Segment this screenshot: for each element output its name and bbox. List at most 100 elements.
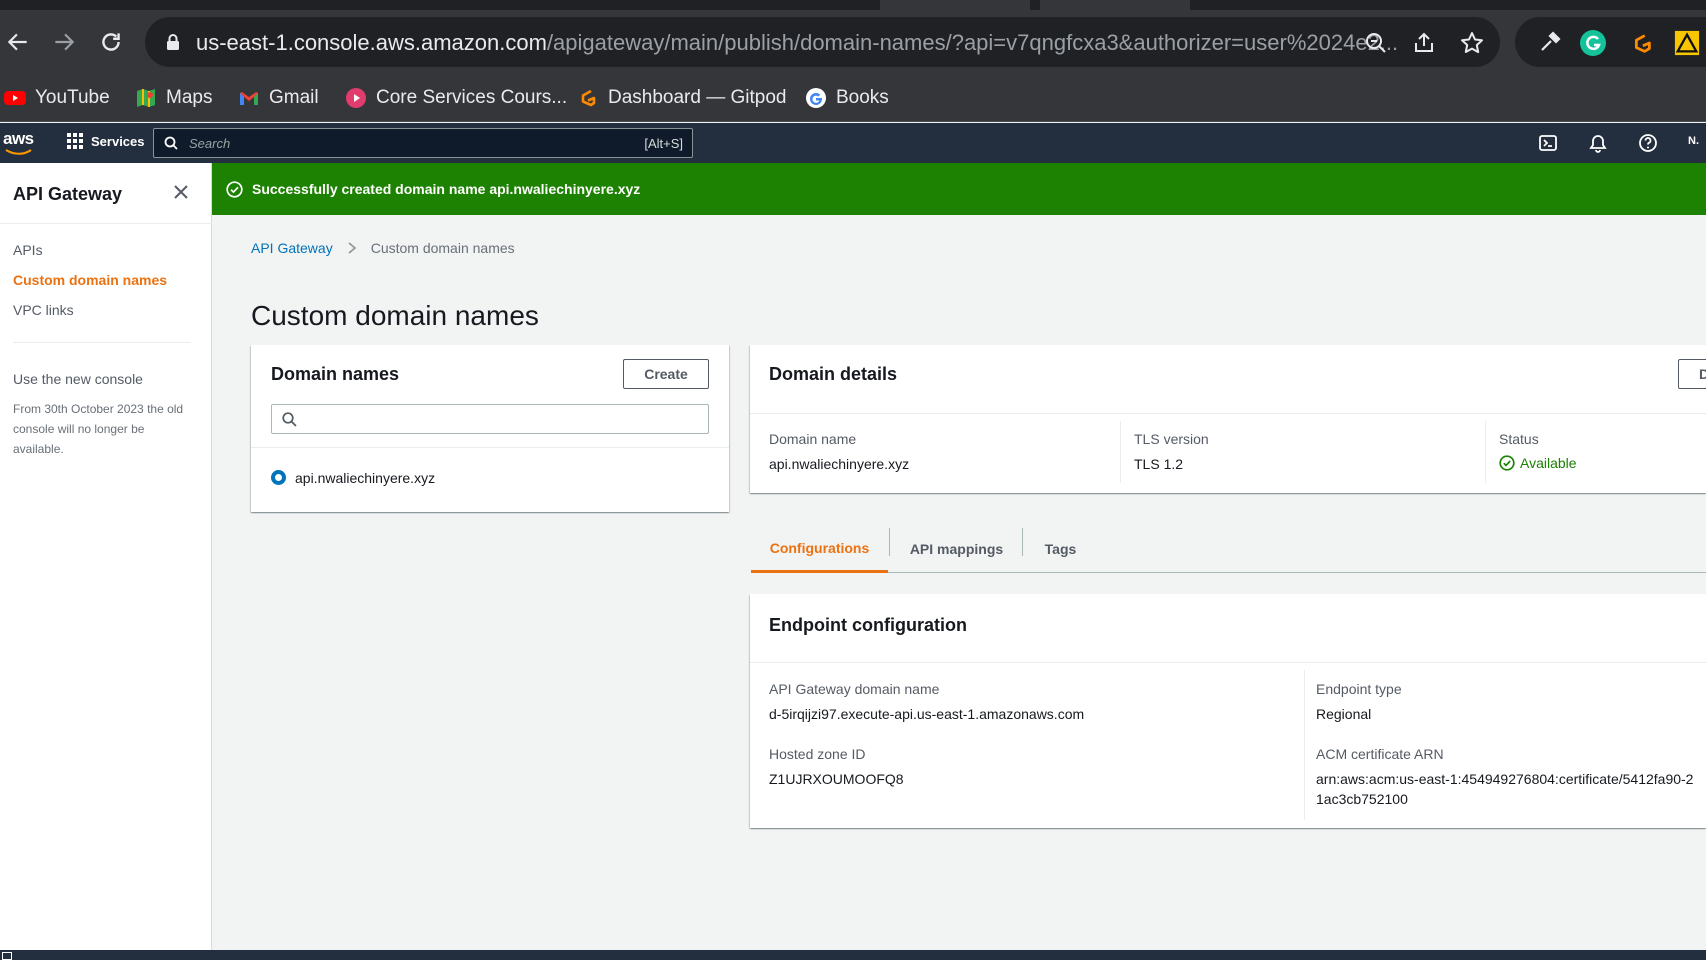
panel-divider xyxy=(251,447,729,448)
address-bar[interactable]: us-east-1.console.aws.amazon.com/apigate… xyxy=(145,17,1500,67)
use-new-console-link[interactable]: Use the new console xyxy=(13,371,143,387)
page-title: Custom domain names xyxy=(251,300,539,331)
bookmark-books[interactable]: Books xyxy=(805,84,889,112)
aws-search-input[interactable]: Search [Alt+S] xyxy=(153,128,693,158)
bookmark-label: Books xyxy=(836,87,889,108)
acm-certificate-label: ACM certificate ARN xyxy=(1316,746,1444,762)
window-icon xyxy=(2,952,12,960)
domain-name-value: api.nwaliechinyere.xyz xyxy=(769,456,910,472)
domain-details-panel: Domain details D Domain name api.nwaliec… xyxy=(750,345,1706,493)
endpoint-configuration-panel: Endpoint configuration API Gateway domai… xyxy=(750,594,1706,828)
aws-top-nav: aws Services Search [Alt+S] N. xyxy=(0,123,1706,163)
search-icon xyxy=(282,412,297,427)
maps-icon xyxy=(135,87,157,109)
search-shortcut: [Alt+S] xyxy=(644,136,683,151)
aws-logo-text: aws xyxy=(3,129,34,148)
bookmark-gmail[interactable]: Gmail xyxy=(238,84,319,112)
sidebar-item-custom-domain-names[interactable]: Custom domain names xyxy=(13,272,167,288)
tab-api-mappings[interactable]: API mappings xyxy=(890,525,1023,573)
details-tabs: Configurations API mappings Tags xyxy=(751,525,1706,573)
lock-icon xyxy=(167,34,179,50)
endpoint-type-value: Regional xyxy=(1316,706,1372,722)
cloudshell-icon[interactable] xyxy=(1538,133,1558,153)
extension-warning-icon[interactable] xyxy=(1673,29,1701,57)
sidebar-divider xyxy=(0,223,212,224)
domain-filter-input[interactable] xyxy=(271,404,709,434)
bookmark-youtube[interactable]: YouTube xyxy=(4,84,110,112)
grid-icon xyxy=(67,133,83,149)
back-button[interactable] xyxy=(0,24,36,60)
bookmark-label: Dashboard — Gitpod xyxy=(608,87,787,108)
forward-button[interactable] xyxy=(46,24,82,60)
browser-tab[interactable] xyxy=(1040,0,1190,10)
grammarly-extension-icon[interactable] xyxy=(1579,29,1607,57)
gitpod-icon xyxy=(577,87,599,109)
acm-certificate-value: arn:aws:acm:us-east-1:454949276804:certi… xyxy=(1316,771,1694,787)
breadcrumb-api-gateway[interactable]: API Gateway xyxy=(251,240,333,256)
endpoint-type-label: Endpoint type xyxy=(1316,681,1402,697)
bookmark-star-icon[interactable] xyxy=(1459,30,1485,56)
domain-name-label: Domain name xyxy=(769,431,857,447)
arrow-left-icon xyxy=(7,33,27,51)
success-flash-banner: Successfully created domain name api.nwa… xyxy=(212,163,1706,215)
column-divider xyxy=(1120,421,1121,483)
browser-tab[interactable] xyxy=(880,0,1030,10)
hosted-zone-value: Z1UJRXOUMOOFQ8 xyxy=(769,771,904,787)
panel-divider xyxy=(750,413,1706,414)
status-label: Status xyxy=(1499,431,1539,447)
column-divider xyxy=(1485,421,1486,483)
create-button[interactable]: Create xyxy=(623,359,709,389)
gateway-domain-label: API Gateway domain name xyxy=(769,681,940,697)
console-deprecation-note: From 30th October 2023 the old console w… xyxy=(13,402,184,456)
hosted-zone-label: Hosted zone ID xyxy=(769,746,866,762)
reload-button[interactable] xyxy=(93,24,129,60)
url-text: us-east-1.console.aws.amazon.com/apigate… xyxy=(196,30,1491,56)
search-placeholder: Search xyxy=(189,136,231,151)
status-badge: Available xyxy=(1499,455,1577,471)
bookmark-gitpod[interactable]: Dashboard — Gitpod xyxy=(577,84,787,112)
sidebar-divider xyxy=(13,342,191,343)
taskbar-strip xyxy=(0,950,1706,960)
aws-smile-icon xyxy=(5,149,32,155)
gitpod-extension-icon[interactable] xyxy=(1627,29,1655,57)
delete-button[interactable]: D xyxy=(1678,359,1706,389)
domain-radio-selected[interactable] xyxy=(271,470,286,485)
bookmark-label: Maps xyxy=(166,87,213,108)
domain-names-panel: Domain names Create api.nwaliechinyere.x… xyxy=(251,345,729,512)
browser-toolbar: us-east-1.console.aws.amazon.com/apigate… xyxy=(0,10,1706,74)
help-icon[interactable] xyxy=(1638,133,1658,153)
flash-message: Successfully created domain name api.nwa… xyxy=(252,181,641,197)
endpoint-configuration-title: Endpoint configuration xyxy=(769,615,967,635)
tab-tags[interactable]: Tags xyxy=(1023,525,1098,573)
acm-certificate-value-continued: 1ac3cb752100 xyxy=(1316,791,1408,807)
bookmark-label: Core Services Cours... xyxy=(376,87,568,108)
gateway-domain-value: d-5irqijzi97.execute-api.us-east-1.amazo… xyxy=(769,706,1085,722)
browser-tabstrip xyxy=(0,0,1706,10)
chevron-right-icon xyxy=(348,242,356,254)
bookmark-core-services[interactable]: Core Services Cours... xyxy=(345,84,567,112)
sidebar-title[interactable]: API Gateway xyxy=(13,184,122,205)
bell-icon[interactable] xyxy=(1588,133,1608,153)
breadcrumb: API Gateway Custom domain names xyxy=(251,240,515,256)
domain-names-title: Domain names xyxy=(271,364,400,384)
search-icon xyxy=(164,136,178,150)
arrow-right-icon xyxy=(55,33,75,51)
eyedropper-extension-icon[interactable] xyxy=(1535,29,1563,57)
bookmark-maps[interactable]: Maps xyxy=(135,84,212,112)
close-icon[interactable] xyxy=(170,181,192,203)
domain-details-title: Domain details xyxy=(769,364,898,384)
aws-logo[interactable]: aws xyxy=(3,129,34,155)
check-circle-icon xyxy=(1499,455,1515,471)
services-menu[interactable]: Services xyxy=(67,133,145,149)
tab-configurations[interactable]: Configurations xyxy=(751,525,888,573)
column-divider xyxy=(1304,670,1305,820)
bookmark-label: YouTube xyxy=(35,87,110,108)
sidebar-item-vpc-links[interactable]: VPC links xyxy=(13,302,74,318)
account-menu[interactable]: N. xyxy=(1688,135,1699,147)
sidebar-item-apis[interactable]: APIs xyxy=(13,242,43,258)
reload-icon xyxy=(102,33,120,51)
check-circle-icon xyxy=(226,181,243,198)
breadcrumb-current: Custom domain names xyxy=(370,240,515,256)
share-icon[interactable] xyxy=(1411,30,1437,56)
zoom-icon[interactable] xyxy=(1363,30,1389,56)
